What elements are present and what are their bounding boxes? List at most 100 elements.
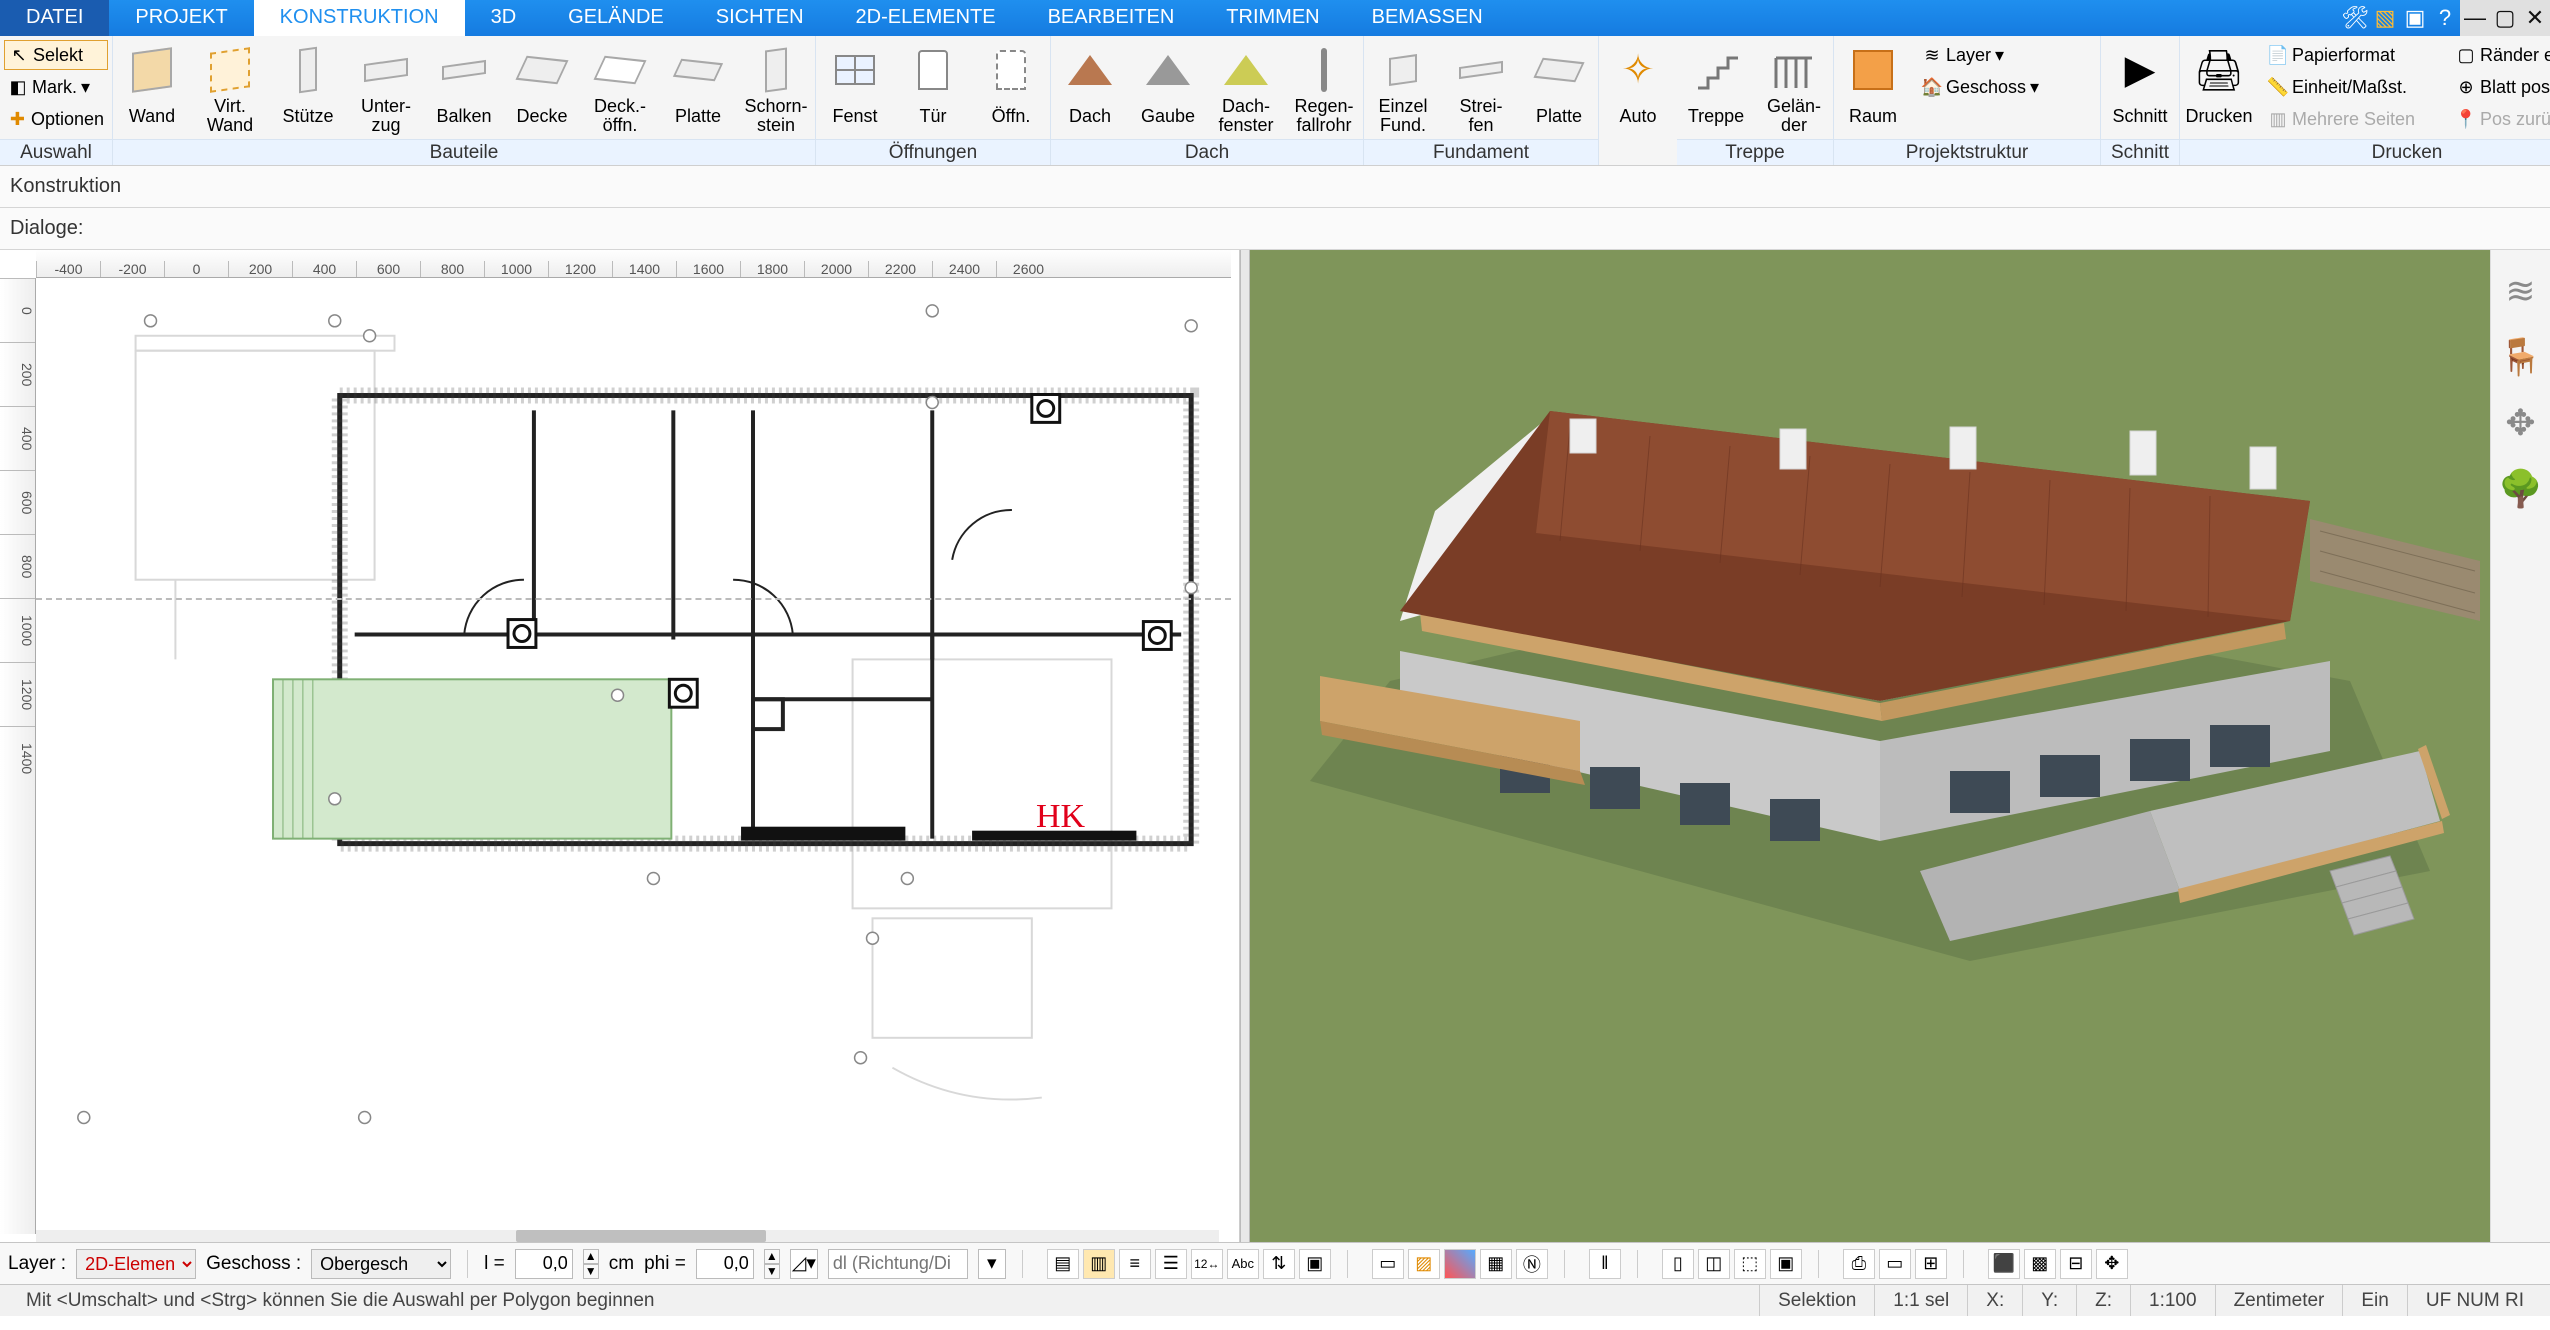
mehrere-seiten-button[interactable]: ▥Mehrere Seiten <box>2264 104 2440 134</box>
minimize-button[interactable]: ― <box>2460 0 2490 36</box>
tool-icon-2[interactable]: ▧ <box>2370 0 2400 36</box>
decke-button[interactable]: Decke <box>503 36 581 139</box>
tool-icon-3[interactable]: ▣ <box>2400 0 2430 36</box>
auto-button[interactable]: ✧Auto <box>1599 36 1677 139</box>
splitter-vertical[interactable] <box>1240 250 1250 1242</box>
balken-button[interactable]: Balken <box>425 36 503 139</box>
tuer-button[interactable]: Tür <box>894 36 972 139</box>
geschoss-dropdown[interactable]: 🏠Geschoss ▾ <box>1918 72 2094 102</box>
tb-icon-e2[interactable]: ▩ <box>2024 1249 2056 1279</box>
scrollbar-2d-horizontal[interactable] <box>36 1230 1219 1242</box>
streifen-button[interactable]: Strei- fen <box>1442 36 1520 139</box>
tb-icon-pattern[interactable]: ▦ <box>1480 1249 1512 1279</box>
tb-icon-hatch2[interactable]: ▥ <box>1083 1249 1115 1279</box>
deck-oeffn-button[interactable]: Deck.- öffn. <box>581 36 659 139</box>
tb-icon-p3[interactable]: ⊞ <box>1915 1249 1947 1279</box>
menu-bemassen[interactable]: BEMASSEN <box>1346 0 1509 36</box>
wand-button[interactable]: Wand <box>113 36 191 139</box>
unterzug-button[interactable]: Unter- zug <box>347 36 425 139</box>
tb-icon-hatch1[interactable]: ▤ <box>1047 1249 1079 1279</box>
platte-fund-button[interactable]: Platte <box>1520 36 1598 139</box>
length-stepper[interactable]: ▲▼ <box>583 1249 599 1279</box>
einzel-fund-button[interactable]: Einzel Fund. <box>1364 36 1442 139</box>
menu-bearbeiten[interactable]: BEARBEITEN <box>1022 0 1201 36</box>
rainpipe-icon <box>1301 47 1347 93</box>
schornstein-button[interactable]: Schorn- stein <box>737 36 815 139</box>
chimney-icon <box>753 47 799 93</box>
tb-icon-pipe[interactable]: ‖ <box>1589 1249 1621 1279</box>
view-2d[interactable]: -400-20002004006008001000120014001600180… <box>0 250 1240 1242</box>
angle-drop-icon[interactable]: ◿▾ <box>790 1249 818 1279</box>
dach-button[interactable]: Dach <box>1051 36 1129 139</box>
tb-icon-v4[interactable]: ▣ <box>1770 1249 1802 1279</box>
phi-input[interactable] <box>696 1249 754 1279</box>
tb-icon-v1[interactable]: ▯ <box>1662 1249 1694 1279</box>
tb-icon-list[interactable]: ☰ <box>1155 1249 1187 1279</box>
treppe-button[interactable]: Treppe <box>1677 36 1755 139</box>
tb-icon-e4[interactable]: ✥ <box>2096 1249 2128 1279</box>
tree-icon[interactable]: 🌳 <box>2498 468 2543 510</box>
optionen-button[interactable]: ✚Optionen <box>4 104 108 134</box>
posrueck-button[interactable]: 📍Pos zurücksetz. <box>2452 104 2550 134</box>
tb-icon-e3[interactable]: ⊟ <box>2060 1249 2092 1279</box>
tb-icon-e1[interactable]: ⬛ <box>1988 1249 2020 1279</box>
papierformat-button[interactable]: 📄Papierformat <box>2264 40 2440 70</box>
tb-icon-v2[interactable]: ◫ <box>1698 1249 1730 1279</box>
menu-datei[interactable]: DATEI <box>0 0 109 36</box>
regen-button[interactable]: Regen- fallrohr <box>1285 36 1363 139</box>
mark-dropdown[interactable]: ◧Mark. ▾ <box>4 72 108 102</box>
menu-gelaende[interactable]: GELÄNDE <box>542 0 690 36</box>
tb-icon-fill[interactable]: ▨ <box>1408 1249 1440 1279</box>
furniture-icon[interactable]: 🪑 <box>2498 336 2543 378</box>
gelaender-button[interactable]: Gelän- der <box>1755 36 1833 139</box>
menu-sichten[interactable]: SICHTEN <box>690 0 830 36</box>
help-icon[interactable]: ? <box>2430 0 2460 36</box>
platte-button[interactable]: Platte <box>659 36 737 139</box>
geschoss-select[interactable]: Obergesch <box>311 1249 451 1279</box>
raender-button[interactable]: ▢Ränder einblend. <box>2452 40 2550 70</box>
dachfenster-button[interactable]: Dach- fenster <box>1207 36 1285 139</box>
maximize-button[interactable]: ▢ <box>2490 0 2520 36</box>
selekt-button[interactable]: ↖Selekt <box>4 40 108 70</box>
tool-icon-1[interactable]: 🛠 <box>2340 0 2370 36</box>
canvas-2d[interactable]: HK <box>36 278 1231 1230</box>
view-3d[interactable] <box>1250 250 2490 1242</box>
tb-icon-dim[interactable]: 12↔ <box>1191 1249 1223 1279</box>
schnitt-button[interactable]: ▶Schnitt <box>2101 36 2179 139</box>
oeffnung-button[interactable]: Öffn. <box>972 36 1050 139</box>
einheit-button[interactable]: 📏Einheit/Maßst. <box>2264 72 2440 102</box>
layer-dropdown[interactable]: ≋Layer ▾ <box>1918 40 2094 70</box>
group-dach-label: Dach <box>1051 139 1363 165</box>
menu-3d[interactable]: 3D <box>465 0 543 36</box>
blattpos-button[interactable]: ⊕Blatt position. <box>2452 72 2550 102</box>
phi-stepper[interactable]: ▲▼ <box>764 1249 780 1279</box>
tb-icon-link[interactable]: ⇅ <box>1263 1249 1295 1279</box>
stuetze-button[interactable]: Stütze <box>269 36 347 139</box>
gaube-button[interactable]: Gaube <box>1129 36 1207 139</box>
raum-button[interactable]: Raum <box>1834 36 1912 139</box>
tb-icon-rect[interactable]: ▭ <box>1372 1249 1404 1279</box>
layers-panel-icon[interactable]: ≋ <box>2505 270 2535 312</box>
tb-icon-gradient[interactable] <box>1444 1249 1476 1279</box>
tb-icon-n[interactable]: Ⓝ <box>1516 1249 1548 1279</box>
wall-icon <box>129 47 175 93</box>
menu-2d-elemente[interactable]: 2D-ELEMENTE <box>830 0 1022 36</box>
length-input[interactable] <box>515 1249 573 1279</box>
fenster-button[interactable]: Fenst <box>816 36 894 139</box>
tb-icon-lines[interactable]: ≡ <box>1119 1249 1151 1279</box>
drucken-button[interactable]: 🖨Drucken <box>2180 36 2258 139</box>
virt-wand-button[interactable]: Virt. Wand <box>191 36 269 139</box>
navigate-icon[interactable]: ✥ <box>2505 402 2535 444</box>
tb-icon-p2[interactable]: ▭ <box>1879 1249 1911 1279</box>
direction-input[interactable] <box>828 1249 968 1279</box>
tb-icon-v3[interactable]: ⬚ <box>1734 1249 1766 1279</box>
direction-drop-icon[interactable]: ▾ <box>978 1249 1006 1279</box>
tb-icon-p1[interactable]: ⎙ <box>1843 1249 1875 1279</box>
layer-select[interactable]: 2D-Elemen <box>76 1249 196 1279</box>
menu-konstruktion[interactable]: KONSTRUKTION <box>254 0 465 36</box>
tb-icon-crop[interactable]: ▣ <box>1299 1249 1331 1279</box>
close-button[interactable]: ✕ <box>2520 0 2550 36</box>
menu-projekt[interactable]: PROJEKT <box>109 0 253 36</box>
menu-trimmen[interactable]: TRIMMEN <box>1200 0 1345 36</box>
tb-icon-abc[interactable]: Abc <box>1227 1249 1259 1279</box>
